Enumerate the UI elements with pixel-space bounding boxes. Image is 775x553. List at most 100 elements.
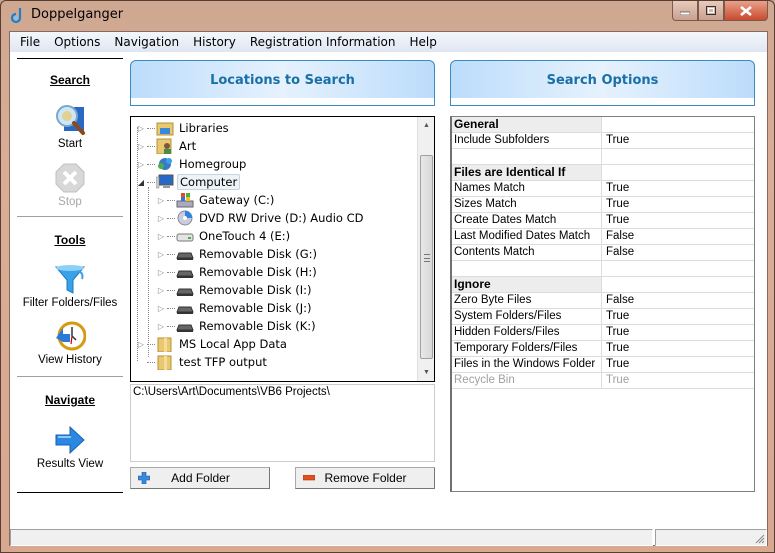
property-row[interactable]: Zero Byte Files False [452,293,754,309]
filter-folders-files-button[interactable]: Filter Folders/Files [17,263,123,309]
expand-arrow-icon[interactable]: ▷ [155,232,167,241]
property-value[interactable]: True [602,213,754,228]
property-row[interactable]: Contents Match False [452,245,754,261]
property-value[interactable]: True [602,309,754,324]
tree-item[interactable]: ▷ Removable Disk (K:) [155,317,318,335]
stop-label: Stop [58,196,82,208]
expand-arrow-icon[interactable]: ▷ [155,268,167,277]
title-bar[interactable]: Doppelganger [1,1,774,31]
close-button[interactable] [724,1,768,21]
property-name: Files are Identical If [452,165,602,180]
minimize-button[interactable] [672,1,698,21]
start-button[interactable]: Start [17,104,123,150]
property-value[interactable]: False [602,293,754,308]
remove-folder-button[interactable]: Remove Folder [295,467,435,489]
property-row[interactable]: Recycle Bin True [452,373,754,389]
tree-item[interactable]: ▷ Art [135,137,198,155]
property-value[interactable]: True [602,341,754,356]
expand-arrow-icon[interactable]: ▷ [155,196,167,205]
expand-arrow-icon[interactable]: ▷ [155,286,167,295]
property-value[interactable]: True [602,357,754,372]
tree-item[interactable]: ▷ Removable Disk (G:) [155,245,319,263]
tree-connector [167,217,175,219]
tree-item-label: Removable Disk (K:) [199,319,316,333]
tree-item-label: Art [179,139,197,153]
tree-item[interactable]: ▷ Homegroup [135,155,248,173]
removable-disk-icon [176,264,194,280]
menu-navigation[interactable]: Navigation [107,35,186,49]
tree-item[interactable]: ▷ DVD RW Drive (D:) Audio CD [155,209,365,227]
property-row[interactable]: Temporary Folders/Files True [452,341,754,357]
property-value[interactable]: True [602,181,754,196]
property-row[interactable]: Files in the Windows Folder True [452,357,754,373]
folder-tree[interactable]: ▷ Libraries ▷ Art ▷ Homegroup ◢ Computer ▷ Gatewa… [130,116,435,382]
tree-item[interactable]: ▷ Gateway (C:) [155,191,276,209]
property-value[interactable]: False [602,229,754,244]
tree-item[interactable]: ▷ Removable Disk (H:) [155,263,319,281]
results-view-label: Results View [36,458,104,470]
property-row[interactable]: Sizes Match True [452,197,754,213]
scroll-up-button[interactable]: ▲ [418,117,434,134]
expand-arrow-icon[interactable]: ▷ [155,250,167,259]
tree-item[interactable]: ▷ OneTouch 4 (E:) [155,227,292,245]
property-value[interactable]: True [602,197,754,212]
property-row[interactable]: System Folders/Files True [452,309,754,325]
property-row[interactable]: Last Modified Dates Match False [452,229,754,245]
expand-arrow-icon[interactable]: ▷ [135,160,147,169]
property-value[interactable]: True [602,133,754,148]
user-folder-icon [156,138,174,155]
removable-disk-icon [176,246,194,262]
property-row[interactable]: Include Subfolders True [452,133,754,149]
tree-item-label: DVD RW Drive (D:) Audio CD [199,211,364,225]
property-row[interactable]: Hidden Folders/Files True [452,325,754,341]
locations-to-search-header: Locations to Search [130,60,435,106]
sidebar-heading-navigate[interactable]: Navigate [17,393,123,407]
tree-connector [147,127,155,129]
view-history-button[interactable]: View History [17,320,123,366]
expand-arrow-icon[interactable]: ▷ [155,322,167,331]
collapse-arrow-icon[interactable]: ◢ [135,178,147,187]
property-value[interactable]: True [602,373,754,388]
tree-connector [147,181,155,183]
scroll-thumb[interactable] [420,155,433,359]
tree-item[interactable]: ▷ Libraries [135,119,231,137]
tree-scrollbar[interactable]: ▲ ▼ [417,117,434,381]
property-value[interactable]: False [602,245,754,260]
tree-item[interactable]: ◢ Computer [135,173,241,191]
external-drive-icon [176,228,194,244]
minimize-icon [680,11,690,15]
menu-options[interactable]: Options [47,35,107,49]
property-row[interactable]: Names Match True [452,181,754,197]
tree-item-label: Removable Disk (G:) [199,247,317,261]
tree-item[interactable]: ▷ MS Local App Data [135,335,289,353]
tree-item[interactable]: ▷ Removable Disk (I:) [155,281,313,299]
property-row[interactable]: Create Dates Match True [452,213,754,229]
expand-arrow-icon[interactable]: ▷ [135,142,147,151]
tree-item-label: Homegroup [179,157,247,171]
add-folder-button[interactable]: Add Folder [130,467,270,489]
expand-arrow-icon[interactable]: ▷ [135,124,147,133]
scroll-down-button[interactable]: ▼ [418,364,434,381]
menu-registration-information[interactable]: Registration Information [243,35,403,49]
maximize-icon [706,6,716,15]
stop-button[interactable]: Stop [17,162,123,208]
menu-help[interactable]: Help [402,35,443,49]
menu-history[interactable]: History [186,35,243,49]
search-options-grid[interactable]: General Include Subfolders True Files are I… [450,116,755,492]
resize-grip-icon [755,534,765,544]
path-list-item[interactable]: C:\Users\Art\Documents\VB6 Projects\ [133,386,432,398]
property-value[interactable]: True [602,325,754,340]
tree-item[interactable]: ▷ Removable Disk (J:) [155,299,313,317]
folder-icon [156,336,174,353]
sidebar-heading-search[interactable]: Search [17,73,123,87]
menu-file[interactable]: File [13,35,47,49]
expand-arrow-icon[interactable]: ▷ [155,214,167,223]
selected-paths-list[interactable]: C:\Users\Art\Documents\VB6 Projects\ [130,384,435,462]
expand-arrow-icon[interactable]: ▷ [135,340,147,349]
tree-item[interactable]: test TFP output [135,353,269,371]
sidebar-heading-tools[interactable]: Tools [17,233,123,247]
expand-arrow-icon[interactable]: ▷ [155,304,167,313]
results-view-button[interactable]: Results View [17,424,123,470]
locations-header-title: Locations to Search [210,72,355,88]
maximize-button[interactable] [698,1,724,21]
